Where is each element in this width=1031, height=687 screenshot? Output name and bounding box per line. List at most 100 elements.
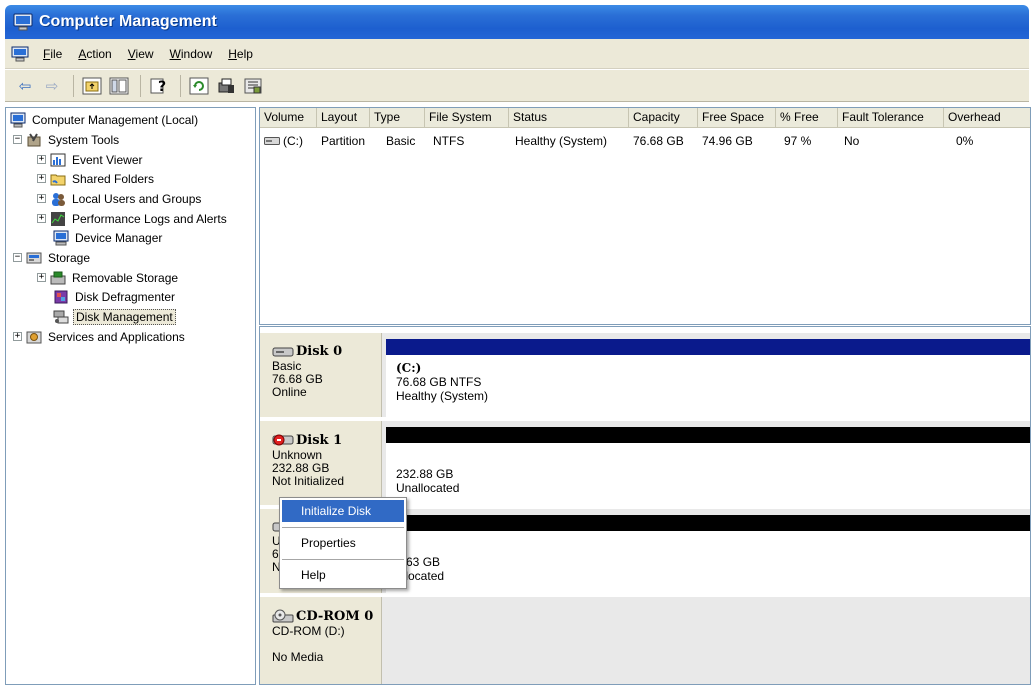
disk-0-status: Online — [272, 385, 307, 399]
cdrom-0-label[interactable]: CD-ROM 0 CD-ROM (D:) No Media — [260, 597, 382, 684]
file-system-cell: NTFS — [433, 134, 465, 148]
percent-free-cell: 97 % — [784, 134, 812, 148]
uninitialized-disk-icon — [272, 434, 294, 446]
menu-help[interactable]: Help — [220, 44, 261, 64]
disk-1-status: Not Initialized — [272, 474, 345, 488]
menu-bar: File Action View Window Help — [5, 39, 1029, 69]
tree-item-shared-folders[interactable]: + Shared Folders — [37, 169, 156, 188]
volume-list: Volume Layout Type File System Status Ca… — [259, 107, 1031, 325]
expand-icon[interactable]: + — [37, 155, 46, 164]
help-icon[interactable]: ? — [147, 74, 171, 98]
disk-management-icon — [53, 309, 69, 325]
tree-item-device-manager[interactable]: Device Manager — [53, 228, 164, 247]
menu-view[interactable]: View — [120, 44, 162, 64]
tree-item-event-viewer[interactable]: + Event Viewer — [37, 150, 144, 169]
tree-item-disk-defragmenter[interactable]: Disk Defragmenter — [53, 287, 177, 306]
cdrom-0-row[interactable]: CD-ROM 0 CD-ROM (D:) No Media — [260, 597, 1030, 684]
title-bar: Computer Management — [5, 5, 1029, 39]
system-menu-icon[interactable] — [11, 46, 29, 62]
disk-0-label[interactable]: Disk 0 Basic 76.68 GB Online — [260, 333, 382, 417]
column-header-volume[interactable]: Volume — [260, 108, 317, 128]
defragmenter-icon — [53, 289, 69, 305]
expand-icon[interactable]: + — [37, 174, 46, 183]
column-header-status[interactable]: Status — [509, 108, 629, 128]
properties-icon[interactable] — [214, 74, 238, 98]
properties-menu-item[interactable]: Properties — [282, 532, 404, 554]
column-header-layout[interactable]: Layout — [317, 108, 370, 128]
disk-0-row[interactable]: Disk 0 Basic 76.68 GB Online (C:) 76.68 … — [260, 333, 1030, 417]
initialize-disk-menu-item[interactable]: Initialize Disk — [282, 500, 404, 522]
primary-partition-bar — [386, 339, 1030, 355]
hard-disk-icon — [272, 347, 294, 356]
status-cell: Healthy (System) — [515, 134, 608, 148]
cdrom-0-drive: CD-ROM (D:) — [272, 624, 345, 638]
menu-window[interactable]: Window — [162, 44, 221, 64]
event-viewer-icon — [50, 152, 66, 168]
overhead-cell: 0% — [956, 134, 974, 148]
table-row[interactable]: (C:) Partition Basic NTFS Healthy (Syste… — [260, 132, 1030, 150]
expand-icon[interactable]: + — [37, 194, 46, 203]
collapse-icon[interactable]: − — [13, 253, 22, 262]
tree-item-storage[interactable]: − Storage — [13, 248, 92, 267]
capacity-cell: 76.68 GB — [633, 134, 684, 148]
export-icon[interactable] — [241, 74, 265, 98]
column-header-type[interactable]: Type — [370, 108, 425, 128]
unallocated-bar — [386, 427, 1030, 443]
drive-icon — [264, 137, 280, 145]
disk-2-unallocated[interactable]: 8.63 GB allocated — [386, 515, 1030, 593]
back-icon[interactable]: ⇦ — [13, 74, 37, 98]
tree-item-local-users-and-groups[interactable]: + Local Users and Groups — [37, 189, 203, 208]
column-header-percent-free[interactable]: % Free — [776, 108, 838, 128]
performance-icon — [50, 211, 66, 227]
users-icon — [50, 191, 66, 207]
tree-item-computer-management[interactable]: Computer Management (Local) — [10, 110, 200, 129]
console-tree: Computer Management (Local) − System Too… — [5, 107, 256, 685]
disk-1-unallocated[interactable]: 232.88 GB Unallocated — [386, 427, 1030, 505]
svg-text:?: ? — [158, 79, 166, 95]
toolbar-separator — [180, 74, 181, 97]
column-header-overhead[interactable]: Overhead — [944, 108, 1030, 128]
up-folder-icon[interactable] — [80, 74, 104, 98]
menu-action[interactable]: Action — [70, 44, 119, 64]
volume-cell: (C:) — [260, 132, 317, 150]
shared-folder-icon — [50, 171, 66, 187]
expand-icon[interactable]: + — [13, 332, 22, 341]
layout-cell: Partition — [321, 134, 366, 148]
device-manager-icon — [53, 230, 69, 246]
partition-c-status: Healthy (System) — [396, 389, 489, 403]
menu-separator — [282, 559, 404, 560]
collapse-icon[interactable]: − — [13, 135, 22, 144]
disk-1-unallocated-size: 232.88 GB — [396, 467, 454, 481]
column-header-fault-tolerance[interactable]: Fault Tolerance — [838, 108, 944, 128]
tree-item-disk-management[interactable]: Disk Management — [53, 307, 176, 326]
cdrom-0-status: No Media — [272, 650, 324, 664]
disk-1-row[interactable]: Disk 1 Unknown 232.88 GB Not Initialized… — [260, 421, 1030, 505]
tree-item-services-and-applications[interactable]: + Services and Applications — [13, 327, 187, 346]
expand-icon[interactable]: + — [37, 273, 46, 282]
column-header-free-space[interactable]: Free Space — [698, 108, 776, 128]
disk-1-label[interactable]: Disk 1 Unknown 232.88 GB Not Initialized — [260, 421, 382, 505]
volume-list-header: Volume Layout Type File System Status Ca… — [260, 108, 1030, 128]
partition-c[interactable]: (C:) 76.68 GB NTFS Healthy (System) — [386, 339, 1030, 417]
column-header-capacity[interactable]: Capacity — [629, 108, 698, 128]
free-space-cell: 74.96 GB — [702, 134, 753, 148]
computer-management-icon — [13, 13, 33, 31]
column-header-file-system[interactable]: File System — [425, 108, 509, 128]
menu-file[interactable]: File — [35, 44, 70, 64]
toolbar-separator — [140, 74, 141, 97]
services-icon — [26, 329, 42, 345]
tree-item-performance-logs[interactable]: + Performance Logs and Alerts — [37, 209, 229, 228]
expand-icon[interactable]: + — [37, 214, 46, 223]
storage-icon — [26, 250, 42, 266]
partition-c-size: 76.68 GB NTFS — [396, 375, 482, 389]
tree-item-removable-storage[interactable]: + Removable Storage — [37, 268, 180, 287]
help-menu-item[interactable]: Help — [282, 564, 404, 586]
toolbar: ⇦ ⇨ ? — [5, 70, 1029, 102]
unallocated-bar — [386, 515, 1030, 531]
show-hide-tree-icon[interactable] — [107, 74, 131, 98]
forward-icon[interactable]: ⇨ — [40, 74, 64, 98]
menu-separator — [282, 527, 404, 528]
refresh-icon[interactable] — [187, 74, 211, 98]
tree-item-system-tools[interactable]: − System Tools — [13, 130, 121, 149]
removable-storage-icon — [50, 270, 66, 286]
